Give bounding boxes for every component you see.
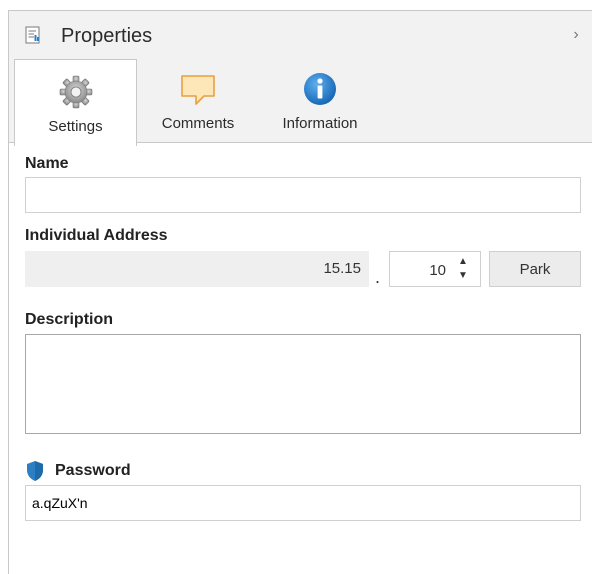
description-label: Description (25, 311, 114, 328)
device-address-value: 10 (429, 262, 446, 279)
comment-bubble-icon (181, 75, 215, 105)
individual-address-row: 15.15 . 10 ▲ ▼ Park (25, 251, 581, 287)
tab-comments[interactable]: Comments (143, 57, 253, 143)
description-textarea[interactable] (25, 334, 581, 434)
address-separator: . (375, 267, 381, 287)
panel-title: Properties (61, 25, 153, 47)
stepper-up-icon[interactable]: ▲ (456, 256, 470, 268)
stepper-down-icon[interactable]: ▼ (456, 270, 470, 282)
tab-label: Information (282, 115, 358, 132)
tab-settings[interactable]: Settings (14, 59, 137, 146)
info-icon (304, 73, 336, 105)
properties-panel: Properties › Settings Comments Informati… (8, 10, 592, 574)
address-prefix-field: 15.15 (25, 251, 369, 287)
tab-label: Settings (48, 118, 103, 135)
park-button[interactable]: Park (489, 251, 581, 287)
panel-header: Properties › (9, 11, 592, 57)
tab-label: Comments (161, 115, 235, 132)
device-address-stepper[interactable]: 10 ▲ ▼ (389, 251, 481, 287)
tab-information[interactable]: Information (264, 57, 376, 143)
address-prefix-value: 15.15 (323, 260, 361, 277)
password-label: Password (55, 462, 131, 479)
password-input[interactable] (25, 485, 581, 521)
tab-bar: Settings Comments Information (9, 57, 592, 146)
stepper-arrows: ▲ ▼ (456, 256, 470, 284)
properties-doc-icon (25, 26, 40, 44)
name-label: Name (25, 155, 69, 172)
collapse-chevron-icon[interactable]: › (568, 27, 584, 43)
gear-icon (59, 75, 92, 109)
name-input[interactable] (25, 177, 581, 213)
individual-address-label: Individual Address (25, 227, 168, 244)
shield-icon (27, 461, 43, 481)
